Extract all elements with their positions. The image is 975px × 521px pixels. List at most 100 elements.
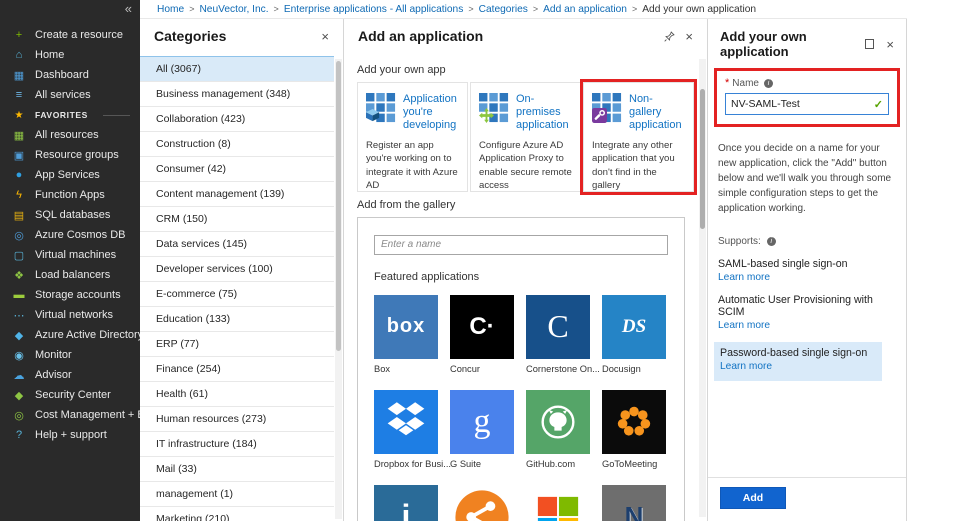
category-item[interactable]: Collaboration (423) bbox=[140, 107, 334, 132]
own-app-section-label: Add your own app bbox=[357, 64, 446, 76]
breadcrumb-link[interactable]: Home bbox=[157, 4, 184, 15]
pin-icon[interactable] bbox=[664, 30, 676, 42]
app-tile[interactable] bbox=[450, 484, 514, 521]
sidebar-item-resource-groups[interactable]: ▣ Resource groups bbox=[0, 145, 140, 165]
app-tile-label: Cornerstone On... bbox=[526, 363, 600, 374]
sidebar-item-label: Resource groups bbox=[35, 149, 119, 161]
sidebar-item-label: Dashboard bbox=[35, 69, 89, 81]
sidebar-item-advisor[interactable]: ☁ Advisor bbox=[0, 365, 140, 385]
scrollbar[interactable] bbox=[335, 59, 342, 519]
close-icon[interactable]: × bbox=[321, 30, 329, 43]
sidebar-item-cost-management-billing[interactable]: ◎ Cost Management + Billing bbox=[0, 405, 167, 425]
sidebar-item-help-support[interactable]: ? Help + support bbox=[0, 425, 140, 445]
sidebar-item-monitor[interactable]: ◉ Monitor bbox=[0, 345, 140, 365]
add-your-own-application-panel: Add your own application × * Name ✓ bbox=[708, 19, 907, 521]
category-item[interactable]: Finance (254) bbox=[140, 357, 334, 382]
app-tile-docusign[interactable]: DS Docusign bbox=[602, 294, 666, 374]
sidebar-item-all-resources[interactable]: ▦ All resources bbox=[0, 125, 140, 145]
sidebar-item-label: Security Center bbox=[35, 389, 111, 401]
info-icon[interactable] bbox=[763, 78, 773, 88]
category-item[interactable]: Marketing (210) bbox=[140, 507, 334, 521]
sidebar-item-sql-databases[interactable]: ▤ SQL databases bbox=[0, 205, 140, 225]
learn-more-link[interactable]: Learn more bbox=[720, 361, 878, 372]
app-tile-g-suite[interactable]: g G Suite bbox=[450, 389, 514, 469]
shield-icon: ◆ bbox=[14, 389, 24, 402]
category-item[interactable]: Consumer (42) bbox=[140, 157, 334, 182]
breadcrumb-link[interactable]: Add an application bbox=[543, 4, 627, 15]
sidebar-item-dashboard[interactable]: ▦ Dashboard bbox=[0, 65, 140, 85]
card-non-gallery-application[interactable]: Non-gallery application Integrate any oth… bbox=[583, 82, 694, 192]
breadcrumb-current: Add your own application bbox=[642, 3, 757, 15]
app-tile[interactable]: N bbox=[602, 484, 666, 521]
sidebar-item-virtual-networks[interactable]: ⋯ Virtual networks bbox=[0, 305, 140, 325]
app-tile[interactable]: i bbox=[374, 484, 438, 521]
category-item[interactable]: Mail (33) bbox=[140, 457, 334, 482]
learn-more-link[interactable]: Learn more bbox=[718, 272, 892, 283]
app-tile-label: Concur bbox=[450, 363, 480, 374]
dashboard-icon: ▦ bbox=[13, 69, 25, 82]
sidebar-item-label: Home bbox=[35, 49, 65, 61]
category-item[interactable]: Health (61) bbox=[140, 382, 334, 407]
sidebar: « + Create a resource ⌂ Home ▦ Dashboard ≡ All … bbox=[0, 0, 167, 521]
sidebar-item-home[interactable]: ⌂ Home bbox=[0, 45, 140, 65]
category-item[interactable]: Construction (8) bbox=[140, 132, 334, 157]
add-button[interactable]: Add bbox=[720, 487, 786, 509]
app-tile[interactable] bbox=[526, 484, 590, 521]
gallery-search-input[interactable] bbox=[374, 234, 668, 255]
category-item[interactable]: Data services (145) bbox=[140, 232, 334, 257]
category-item[interactable]: Education (133) bbox=[140, 307, 334, 332]
card-on-premises-application[interactable]: On-premises application Configure Azure A… bbox=[470, 82, 581, 192]
app-grid-wrench-icon bbox=[592, 93, 622, 123]
gallery-box: Featured applications box Box C· Concur C Cor… bbox=[357, 217, 685, 521]
app-tile-dropbox-for-busi[interactable]: Dropbox for Busi... bbox=[374, 389, 451, 469]
category-item[interactable]: CRM (150) bbox=[140, 207, 334, 232]
app-tile-cornerstone-on[interactable]: C Cornerstone On... bbox=[526, 294, 600, 374]
support-title: Password-based single sign-on bbox=[720, 347, 868, 359]
sidebar-item-label: Virtual machines bbox=[35, 249, 117, 261]
app-tile-github-com[interactable]: GitHub.com bbox=[526, 389, 590, 469]
icims-i-logo: i bbox=[374, 484, 438, 521]
breadcrumb-link[interactable]: NeuVector, Inc. bbox=[199, 4, 268, 15]
category-item[interactable]: ERP (77) bbox=[140, 332, 334, 357]
category-item[interactable]: E-commerce (75) bbox=[140, 282, 334, 307]
sidebar-item-virtual-machines[interactable]: ▢ Virtual machines bbox=[0, 245, 140, 265]
breadcrumb-link[interactable]: Categories bbox=[479, 4, 528, 15]
app-tile-gotomeeting[interactable]: GoToMeeting bbox=[602, 389, 666, 469]
sidebar-item-all-services[interactable]: ≡ All services bbox=[0, 85, 140, 105]
card-application-you-re-developing[interactable]: Application you're developing Register an… bbox=[357, 82, 468, 192]
close-icon[interactable]: × bbox=[886, 38, 894, 51]
box-logo: box bbox=[374, 294, 438, 359]
category-item[interactable]: Developer services (100) bbox=[140, 257, 334, 282]
app-services-icon: ● bbox=[15, 169, 23, 181]
learn-more-link[interactable]: Learn more bbox=[718, 320, 892, 331]
app-tile-label: Docusign bbox=[602, 363, 641, 374]
support-item: Password-based single sign-on Learn more bbox=[714, 342, 882, 381]
sidebar-item-load-balancers[interactable]: ❖ Load balancers bbox=[0, 265, 140, 285]
category-item[interactable]: Business management (348) bbox=[140, 82, 334, 107]
category-item[interactable]: Human resources (273) bbox=[140, 407, 334, 432]
breadcrumb-link[interactable]: Enterprise applications - All applicatio… bbox=[284, 4, 464, 15]
category-item[interactable]: Content management (139) bbox=[140, 182, 334, 207]
sidebar-item-azure-cosmos-db[interactable]: ◎ Azure Cosmos DB bbox=[0, 225, 140, 245]
category-item[interactable]: IT infrastructure (184) bbox=[140, 432, 334, 457]
storage-icon: ▬ bbox=[13, 289, 25, 301]
collapse-sidebar-icon[interactable]: « bbox=[125, 1, 132, 16]
sidebar-item-function-apps[interactable]: ϟ Function Apps bbox=[0, 185, 140, 205]
sidebar-item-label: Monitor bbox=[35, 349, 72, 361]
sidebar-item-label: FAVORITES bbox=[35, 110, 88, 120]
close-icon[interactable]: × bbox=[685, 30, 693, 43]
category-item[interactable]: All (3067) bbox=[140, 56, 334, 82]
sidebar-item-azure-active-directory[interactable]: ◆ Azure Active Directory bbox=[0, 325, 143, 345]
sidebar-item-app-services[interactable]: ● App Services bbox=[0, 165, 140, 185]
scrollbar[interactable] bbox=[699, 59, 706, 517]
info-icon[interactable] bbox=[766, 237, 776, 246]
breadcrumb-separator: > bbox=[468, 4, 474, 14]
maximize-icon[interactable] bbox=[865, 39, 875, 49]
category-item[interactable]: management (1) bbox=[140, 482, 334, 507]
app-tile-concur[interactable]: C· Concur bbox=[450, 294, 514, 374]
application-name-input[interactable] bbox=[731, 98, 874, 110]
sidebar-item-security-center[interactable]: ◆ Security Center bbox=[0, 385, 140, 405]
sidebar-item-create-a-resource[interactable]: + Create a resource bbox=[0, 25, 140, 45]
app-tile-box[interactable]: box Box bbox=[374, 294, 438, 374]
sidebar-item-storage-accounts[interactable]: ▬ Storage accounts bbox=[0, 285, 140, 305]
